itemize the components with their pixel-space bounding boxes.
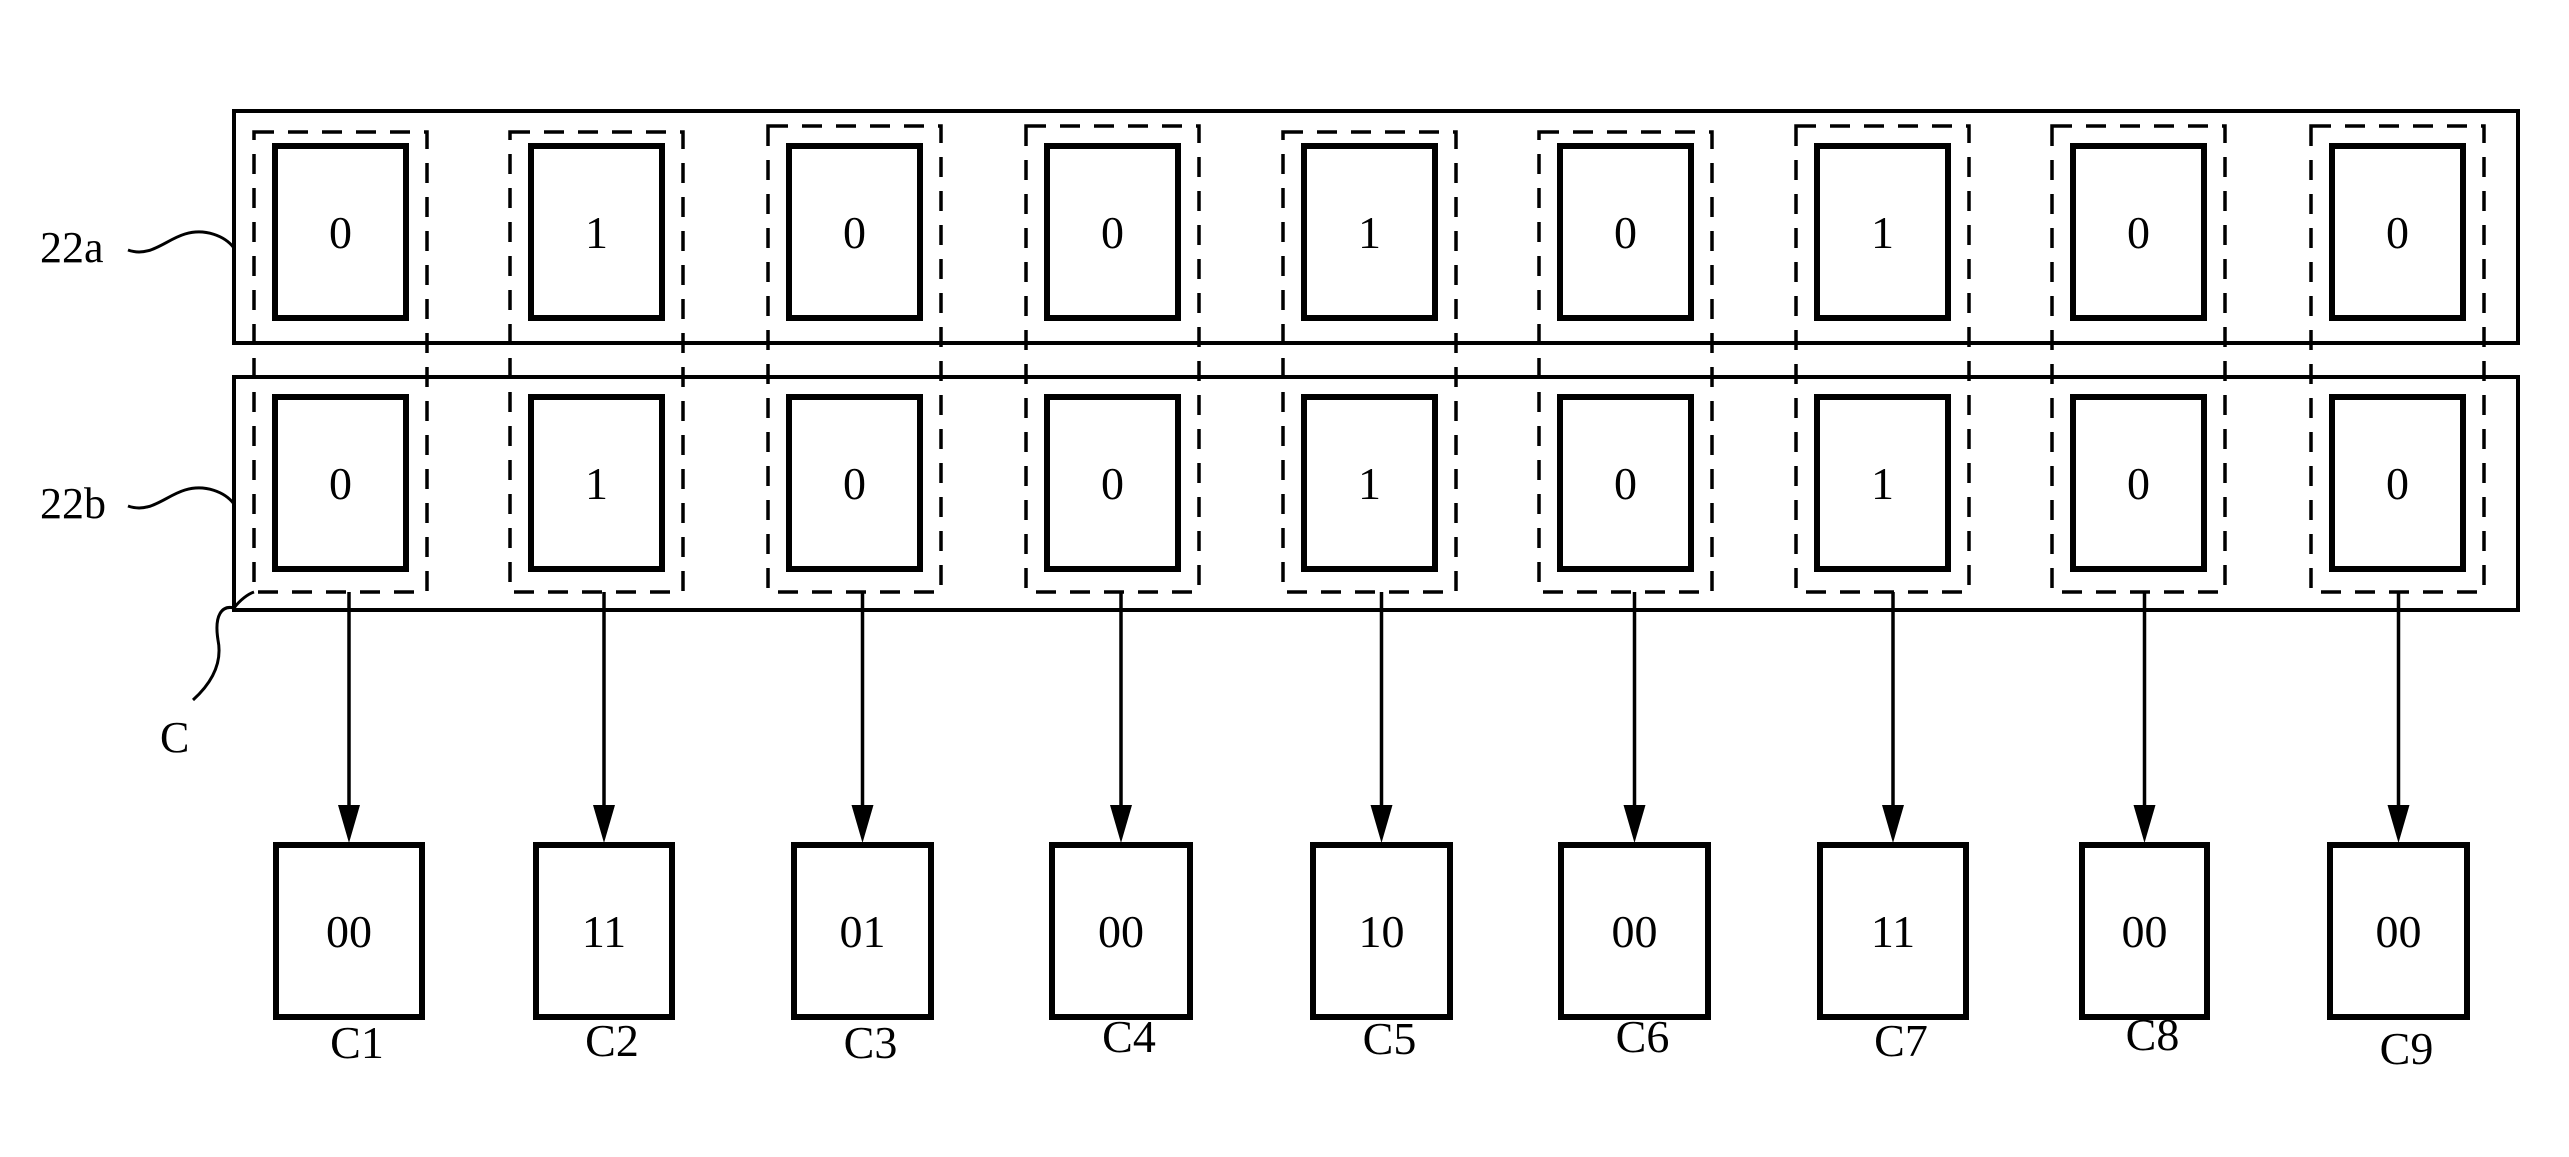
output-label-c9: C9 [2380, 1023, 2434, 1074]
output-label-c8: C8 [2126, 1009, 2180, 1060]
arrowhead-icon-9 [2387, 805, 2410, 843]
bit-value-22b-9: 0 [2386, 458, 2409, 509]
arrowhead-icon-4 [1110, 805, 1132, 843]
bit-value-22a-1: 0 [329, 207, 352, 258]
bit-value-22a-8: 0 [2127, 207, 2150, 258]
output-value-c8: 00 [2122, 906, 2168, 957]
output-value-c5: 10 [1359, 906, 1405, 957]
bit-value-22b-7: 1 [1871, 458, 1894, 509]
output-label-c1: C1 [330, 1017, 384, 1068]
arrowhead-icon-7 [1882, 805, 1904, 843]
output-value-c2: 11 [582, 906, 626, 957]
arrowhead-icon-6 [1623, 805, 1646, 843]
bit-value-22b-6: 0 [1614, 458, 1637, 509]
arrowhead-icon-8 [2133, 805, 2156, 843]
output-value-c1: 00 [326, 906, 372, 957]
arrowhead-icon-2 [593, 805, 615, 843]
columns: 0000C11111C20001C30000C41110C50000C61111… [252, 124, 2486, 1074]
row-ref-label-22b: 22b [40, 479, 106, 528]
bit-value-22b-4: 0 [1101, 458, 1124, 509]
bit-value-22b-3: 0 [843, 458, 866, 509]
output-value-c9: 00 [2376, 906, 2422, 957]
arrowhead-icon-1 [338, 805, 360, 843]
output-label-c3: C3 [844, 1017, 898, 1068]
output-value-c6: 00 [1612, 906, 1658, 957]
output-label-c5: C5 [1363, 1013, 1417, 1064]
bit-value-22a-7: 1 [1871, 207, 1894, 258]
output-label-c7: C7 [1874, 1015, 1928, 1066]
arrowhead-icon-5 [1370, 805, 1393, 843]
output-value-c4: 00 [1098, 906, 1144, 957]
output-label-c2: C2 [585, 1015, 639, 1066]
output-label-c6: C6 [1616, 1011, 1670, 1062]
bit-value-22a-2: 1 [585, 207, 608, 258]
bit-value-22b-5: 1 [1358, 458, 1381, 509]
arrowhead-icon-3 [851, 805, 874, 843]
bit-value-22b-2: 1 [585, 458, 608, 509]
row-ref-label-22a: 22a [40, 223, 104, 272]
column-group-ref-label: C [160, 713, 189, 762]
bit-value-22a-3: 0 [843, 207, 866, 258]
bit-value-22a-6: 0 [1614, 207, 1637, 258]
output-value-c3: 01 [840, 906, 886, 957]
output-label-c4: C4 [1102, 1011, 1156, 1062]
output-value-c7: 11 [1871, 906, 1915, 957]
encoding-diagram: 22a 22b C 0000C11111C20001C30000C41110C5… [40, 109, 2520, 1074]
bit-value-22a-5: 1 [1358, 207, 1381, 258]
bit-value-22a-4: 0 [1101, 207, 1124, 258]
bit-value-22b-1: 0 [329, 458, 352, 509]
bit-value-22a-9: 0 [2386, 207, 2409, 258]
row-ref-leader-22b [127, 486, 236, 510]
row-ref-leader-22a [127, 230, 236, 254]
bit-value-22b-8: 0 [2127, 458, 2150, 509]
